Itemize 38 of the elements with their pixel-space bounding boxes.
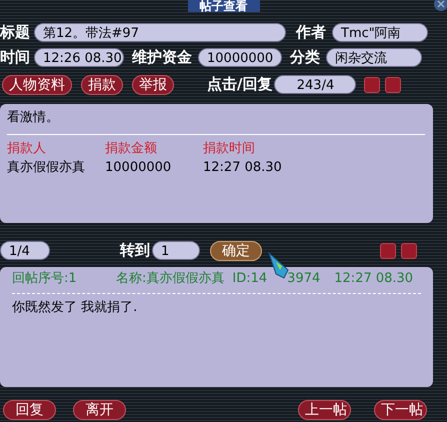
- field-label: 作者: [296, 22, 327, 44]
- page-input[interactable]: 1: [152, 241, 200, 260]
- field-label: 分类: [290, 47, 321, 68]
- reply-text: 你既然发了 我就捐了.: [12, 298, 138, 316]
- action-button[interactable]: 举报: [132, 74, 174, 94]
- action-button[interactable]: 人物资料: [2, 74, 72, 94]
- table-cell-text: 真亦假假亦真: [7, 159, 86, 177]
- reply-id: 3974: [287, 270, 320, 288]
- hits-field: 243/4: [274, 75, 356, 94]
- cursor-icon: [268, 252, 290, 280]
- text-field[interactable]: 10000000: [198, 48, 282, 67]
- action-button[interactable]: 捐款: [81, 74, 123, 94]
- bottom-button[interactable]: 上一帖: [298, 400, 351, 420]
- reply-author: 名称:真亦假假亦真: [116, 270, 224, 288]
- column-header: 捐款时间: [203, 140, 256, 158]
- bottom-button[interactable]: 下一帖: [374, 400, 427, 420]
- goto-label: 转到: [120, 240, 150, 262]
- confirm-button[interactable]: 确定: [210, 240, 262, 260]
- column-header: 捐款人: [7, 140, 47, 158]
- close-icon[interactable]: [433, 0, 447, 12]
- reply-time: 12:27 08.30: [334, 270, 414, 288]
- column-header: 捐款金额: [105, 140, 158, 158]
- text-field[interactable]: 闲杂交流: [326, 48, 422, 67]
- text-field[interactable]: Tmc"阿南: [332, 23, 428, 42]
- field-label: 维护资金: [132, 47, 193, 68]
- page-field: 1/4: [0, 241, 50, 260]
- post-text: 看激情。: [7, 109, 60, 127]
- table-cell-text: 10000000: [105, 159, 172, 177]
- table-cell-text: 12:27 08.30: [203, 159, 283, 177]
- reply-id: ID:14: [232, 270, 268, 288]
- reply-number: 回帖序号:1: [12, 270, 78, 288]
- hits-label: 点击/回复: [207, 74, 272, 96]
- text-field[interactable]: 12:26 08.30: [34, 48, 124, 67]
- field-label: 时间: [0, 47, 31, 68]
- bottom-button[interactable]: 回复: [3, 400, 56, 420]
- window-title: 帖子查看: [188, 0, 260, 12]
- text-field[interactable]: 第12。带法#97: [34, 23, 286, 42]
- bottom-button[interactable]: 离开: [73, 400, 126, 420]
